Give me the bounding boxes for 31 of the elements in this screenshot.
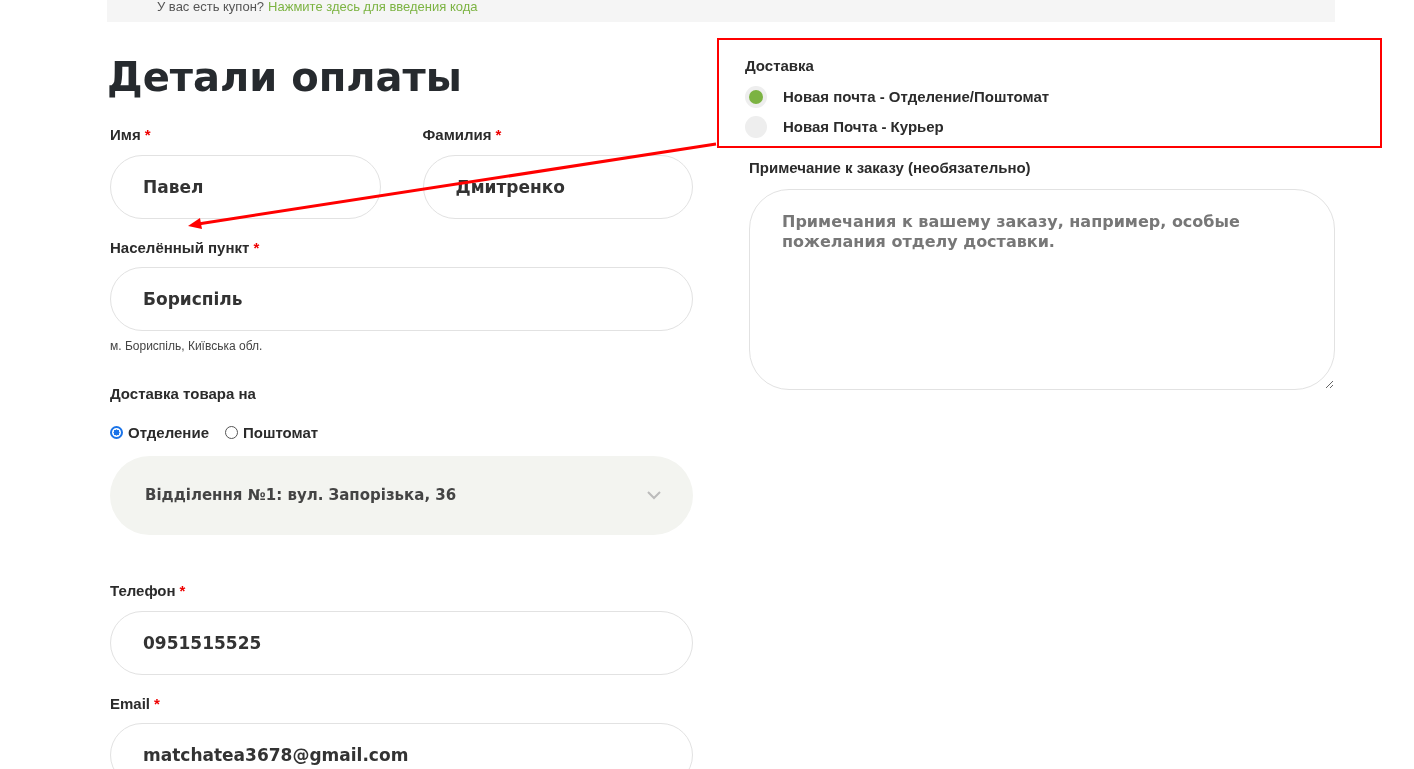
field-label: Населённый пункт bbox=[110, 237, 250, 258]
input-field[interactable]: matchatea3678@gmail.com bbox=[110, 723, 693, 769]
coupon-text: У вас есть купон? bbox=[157, 0, 265, 13]
shipping-option[interactable]: Новая почта - Отделение/Поштомат bbox=[745, 85, 1335, 108]
radio-option[interactable]: Отделение bbox=[110, 421, 209, 444]
input-field[interactable]: Дмитренко bbox=[422, 154, 693, 219]
required-mark: * bbox=[179, 581, 186, 601]
field-label: Примечание к заказу (необязательно) bbox=[749, 157, 1032, 178]
order-note-field[interactable]: Примечания к вашему заказу, например, особые пожелания отделу доставки. bbox=[749, 189, 1335, 390]
section-label: Доставка товара на bbox=[110, 384, 257, 404]
input-field[interactable]: 0951515525 bbox=[110, 610, 693, 675]
page-heading: Детали оплаты bbox=[107, 53, 463, 102]
radio-icon[interactable] bbox=[110, 426, 123, 440]
field-label: Телефон bbox=[110, 581, 176, 601]
required-mark: * bbox=[144, 125, 151, 145]
required-mark: * bbox=[154, 693, 160, 714]
field-label: Имя bbox=[110, 125, 141, 145]
chevron-down-icon bbox=[647, 491, 661, 500]
branch-select[interactable]: Відділення №1: вул. Запорізька, 36 bbox=[110, 456, 693, 535]
radio-icon[interactable] bbox=[745, 85, 767, 108]
shipping-option[interactable]: Новая Почта - Курьер bbox=[745, 116, 1335, 139]
city-hint: м. Бориспіль, Київська обл. bbox=[110, 338, 264, 355]
field-label: Email bbox=[110, 693, 151, 714]
radio-icon[interactable] bbox=[225, 426, 238, 440]
input-field[interactable]: Павел bbox=[110, 154, 381, 219]
field-label: Фамилия bbox=[422, 125, 492, 145]
required-mark: * bbox=[495, 125, 502, 145]
section-label: Доставка bbox=[745, 56, 815, 76]
required-mark: * bbox=[253, 237, 260, 258]
radio-option[interactable]: Поштомат bbox=[225, 421, 319, 444]
input-field[interactable]: Бориспіль bbox=[110, 267, 693, 331]
